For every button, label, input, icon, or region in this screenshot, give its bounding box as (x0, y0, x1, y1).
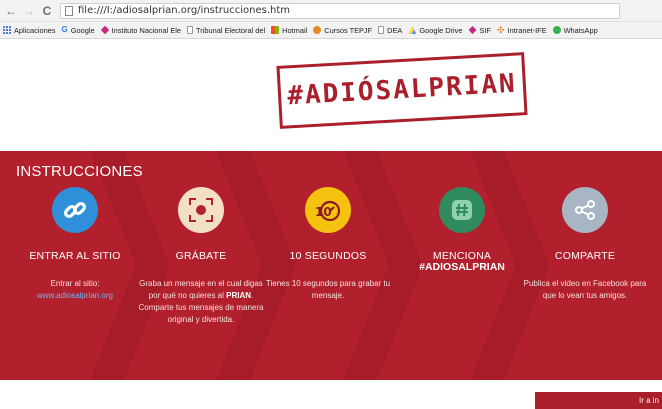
bookmark-label: Intranet-IFE (507, 25, 547, 35)
bookmark-label: Aplicaciones (14, 25, 56, 35)
step-description: Graba un mensaje en el cual digas por qu… (138, 278, 264, 326)
address-bar[interactable]: file:///I:/adiosalprian.org/instruccione… (60, 2, 620, 19)
bookmark-google[interactable]: G Google (62, 26, 95, 35)
bookmark-label: Instituto Nacional Ele (111, 25, 182, 35)
step-description: Entrar al sitio: www.adiosalprian.org (12, 278, 138, 302)
step-hashtag: #ADIOSALPRIAN (419, 261, 505, 273)
url-text: file:///I:/adiosalprian.org/instruccione… (78, 5, 291, 16)
page-icon (378, 26, 385, 34)
bookmark-dea[interactable]: DEA (378, 26, 402, 35)
record-icon (178, 187, 224, 233)
reload-button[interactable]: C (40, 4, 54, 18)
step-description: Tienes 10 segundos para grabar tu mensaj… (265, 278, 391, 302)
step-desc-text: Entrar al sitio: (50, 279, 100, 288)
share-icon (562, 187, 608, 233)
step-grabate: GRÁBATE Graba un mensaje en el cual diga… (138, 187, 264, 326)
bookmark-aplicaciones[interactable]: Aplicaciones (3, 26, 56, 35)
bookmark-whatsapp[interactable]: WhatsApp (552, 25, 598, 35)
step-name: COMPARTE (554, 250, 616, 262)
step-description: Publica el video en Facebook para que lo… (522, 278, 648, 302)
site-link[interactable]: www.adiosalprian.org (37, 291, 113, 300)
step-name: 10 SEGUNDOS (289, 250, 367, 262)
bookmark-label: Hotmail (282, 25, 308, 35)
bookmark-hotmail[interactable]: Hotmail (271, 26, 307, 35)
hashtag-icon (439, 187, 485, 233)
step-name: ENTRAR AL SITIO (29, 250, 121, 262)
step-comparte: COMPARTE Publica el video en Facebook pa… (522, 187, 648, 302)
intranet-icon: ✣ (497, 25, 505, 35)
drive-icon (408, 26, 417, 34)
svg-text:10: 10 (315, 205, 332, 219)
bookmark-intranet[interactable]: ✣ Intranet-IFE (497, 26, 547, 35)
bookmark-google-drive[interactable]: Google Drive (408, 25, 463, 35)
section-title: INSTRUCCIONES (16, 163, 143, 180)
google-icon: G (61, 25, 68, 34)
step-desc-text: Publica el video en Facebook para que lo… (523, 279, 647, 300)
step-10-segundos: 10 10 SEGUNDOS Tienes 10 segundos para g… (265, 187, 391, 302)
bookmark-label: SIF (479, 25, 492, 35)
bookmark-label: Tribunal Electoral del (196, 25, 266, 35)
ine-icon (468, 26, 477, 34)
go-to-button-label: Ir a in (638, 396, 659, 405)
bookmark-label: Google Drive (419, 25, 463, 35)
ine-icon (100, 25, 109, 35)
bookmark-label: WhatsApp (563, 25, 598, 35)
step-desc-text: Tienes 10 segundos para grabar tu mensaj… (265, 279, 391, 300)
site-logo: #ADIÓSALPRIAN (276, 52, 528, 129)
timer-icon: 10 (305, 187, 351, 233)
link-icon (52, 187, 98, 233)
step-entrar: ENTRAR AL SITIO Entrar al sitio: www.adi… (12, 187, 138, 302)
forward-button[interactable]: → (22, 4, 36, 18)
bookmark-label: Cursos TEPJF (324, 25, 373, 35)
page-icon (65, 5, 73, 16)
apps-grid-icon (3, 26, 11, 34)
instructions-section: INSTRUCCIONES ENTRAR AL SITIO Entrar al … (0, 151, 662, 380)
bookmarks-bar: Aplicaciones G Google Instituto Nacional … (0, 22, 662, 39)
bookmark-sif[interactable]: SIF (468, 25, 492, 35)
whatsapp-icon (552, 26, 561, 34)
browser-window: ← → C file:///I:/adiosalprian.org/instru… (0, 0, 662, 409)
bookmark-label: Google (70, 25, 95, 35)
bookmark-ine[interactable]: Instituto Nacional Ele (100, 25, 182, 35)
back-button[interactable]: ← (4, 4, 18, 18)
go-to-button[interactable]: Ir a in (535, 392, 662, 409)
microsoft-icon (271, 26, 280, 34)
browser-toolbar: ← → C file:///I:/adiosalprian.org/instru… (0, 0, 662, 22)
prian-bold: PRIAN (226, 291, 252, 300)
bookmark-label: DEA (387, 25, 403, 35)
step-name: GRÁBATE (175, 250, 227, 262)
tepjf-icon (313, 26, 322, 34)
step-menciona: MENCIONA #ADIOSALPRIAN (399, 187, 525, 272)
bookmark-cursos-tepjf[interactable]: Cursos TEPJF (313, 26, 372, 35)
page-icon (187, 26, 194, 34)
bookmark-tribunal[interactable]: Tribunal Electoral del (187, 26, 265, 35)
